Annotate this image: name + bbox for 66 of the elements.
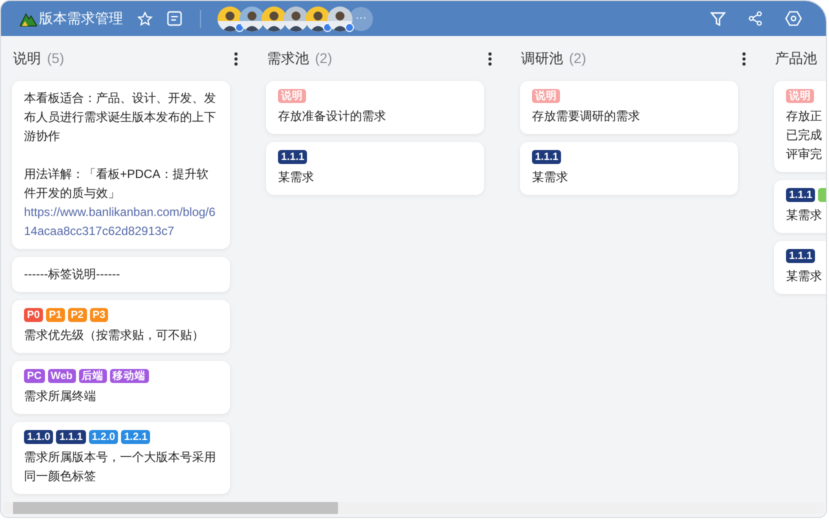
- card[interactable]: 1.1.1 某需求: [520, 142, 738, 195]
- column-title: 需求池: [267, 49, 309, 68]
- tag: PC: [24, 369, 45, 383]
- note-icon[interactable]: [167, 11, 182, 26]
- filter-icon[interactable]: [710, 10, 726, 26]
- card[interactable]: 1.1.1 某需求: [266, 142, 484, 195]
- scrollbar[interactable]: [3, 502, 824, 514]
- tag: P0: [24, 308, 43, 322]
- tag: 1.1.1: [786, 188, 816, 202]
- card-text: 存放需要调研的需求: [532, 108, 641, 125]
- more-icon[interactable]: [488, 52, 492, 66]
- column-title: 调研池: [521, 49, 563, 68]
- tag: P2: [68, 308, 87, 322]
- tag: 说明: [278, 89, 306, 103]
- card[interactable]: 说明 存放正 已完成 评审完: [774, 81, 826, 172]
- card-text: 某需求: [786, 268, 823, 285]
- tag: 1.2.0: [88, 430, 118, 444]
- more-icon[interactable]: [234, 52, 238, 66]
- card-count: (2): [315, 49, 332, 68]
- settings-icon[interactable]: [785, 10, 802, 27]
- tag: 后端: [78, 369, 107, 383]
- link[interactable]: https://www.banlikanban.com/blog/614acaa8cc317c62d82913c7: [24, 203, 218, 241]
- tag: 1.1.1: [786, 249, 816, 263]
- tag: 移动端: [110, 369, 149, 383]
- card[interactable]: ------标签说明------: [12, 257, 230, 292]
- column-title: 说明: [13, 49, 41, 68]
- card-text: 存放正: [786, 108, 823, 125]
- card[interactable]: 1.1.1 某需求: [774, 180, 826, 233]
- card-text: 存放准备设计的需求: [278, 108, 387, 125]
- card[interactable]: 说明 存放需要调研的需求: [520, 81, 738, 134]
- tag: P1: [46, 308, 65, 322]
- card-text: 某需求: [278, 169, 315, 186]
- card-text: 已完成: [786, 127, 823, 144]
- card[interactable]: PC Web 后端 移动端 需求所属终端: [12, 361, 230, 414]
- card[interactable]: P0 P1 P2 P3 需求优先级（按需求贴，可不贴）: [12, 300, 230, 353]
- more-icon[interactable]: [742, 52, 746, 66]
- card[interactable]: 1.1.1 某需求: [774, 241, 826, 294]
- tag: 1.1.1: [278, 150, 308, 164]
- star-icon[interactable]: [137, 10, 153, 26]
- card-text: ------标签说明------: [24, 266, 121, 283]
- column-title: 产品池: [775, 49, 817, 68]
- card[interactable]: 本看板适合：产品、设计、开发、发布人员进行需求诞生版本发布的上下游协作 用法详解：「看板+PDCA：提升软件开发的质与效」 https://www.banlikanban.com/blog/614acaa8cc317c62d82913c7: [12, 81, 230, 249]
- card-count: (5): [47, 49, 64, 68]
- card-text: 某需求: [532, 169, 569, 186]
- card-text: 需求所属终端: [24, 388, 97, 405]
- card-text: 评审完: [786, 146, 823, 163]
- tag: Web: [48, 369, 76, 383]
- share-icon[interactable]: [748, 11, 763, 26]
- card-text: 本看板适合：产品、设计、开发、发布人员进行需求诞生版本发布的上下游协作: [24, 90, 217, 145]
- mountain-logo-icon: [20, 10, 37, 26]
- scrollbar-thumb[interactable]: [13, 502, 338, 514]
- tag: 1.1.1: [56, 430, 86, 444]
- card-text: 某需求: [786, 207, 823, 224]
- card[interactable]: 说明 存放准备设计的需求: [266, 81, 484, 134]
- card-text: 用法详解：「看板+PDCA：提升软件开发的质与效」 https://www.banlikanban.com/blog/614acaa8cc317c62d82913c7: [24, 165, 218, 241]
- board-title: 版本需求管理: [39, 9, 123, 28]
- card-text: 需求所属版本号，一个大版本号采用同一颜色标签: [24, 449, 217, 485]
- tag: 说明: [532, 89, 560, 103]
- tag: P3: [90, 308, 108, 322]
- card-count: (2): [569, 49, 586, 68]
- card-text: 需求优先级（按需求贴，可不贴）: [24, 327, 205, 344]
- tag: 1.1.1: [532, 150, 562, 164]
- tag: 1.1.0: [24, 430, 54, 444]
- tag: 说明: [786, 89, 814, 103]
- tag: 1.2.1: [121, 430, 150, 444]
- card[interactable]: 1.1.0 1.1.1 1.2.0 1.2.1 需求所属版本号，一个大版本号采用同一颜色标签: [12, 422, 230, 494]
